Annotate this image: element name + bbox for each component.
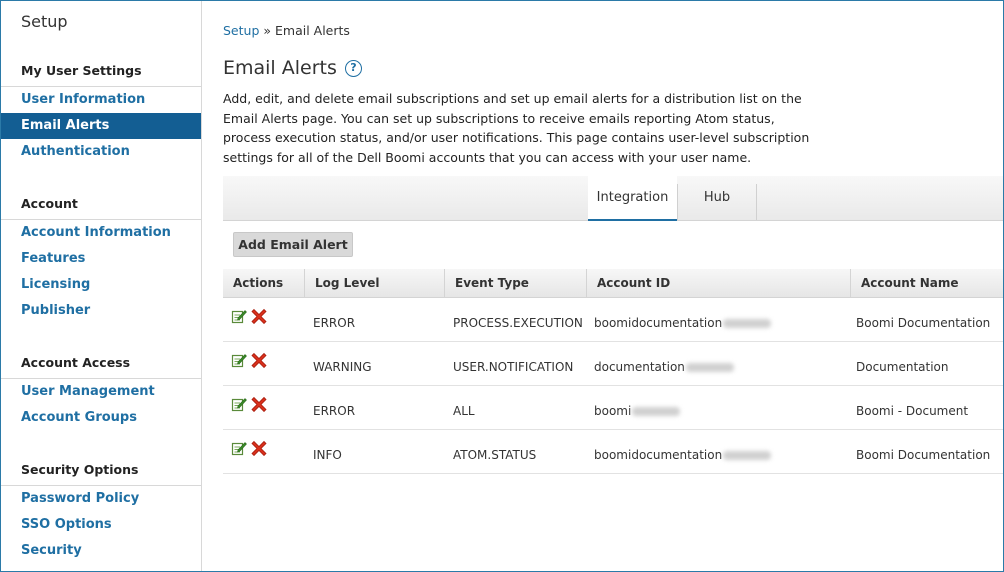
cell-account-name: Boomi Documentation — [856, 316, 991, 330]
sidebar-item-publisher[interactable]: Publisher — [1, 298, 201, 324]
cell-account-id: boomidocumentation — [594, 448, 772, 462]
breadcrumb-setup-link[interactable]: Setup — [223, 23, 259, 38]
help-icon[interactable]: ? — [344, 59, 362, 77]
column-header-account-name[interactable]: Account Name — [850, 269, 1003, 298]
add-email-alert-button[interactable]: Add Email Alert — [233, 232, 353, 257]
delete-icon[interactable] — [251, 396, 267, 412]
cell-log-level: WARNING — [313, 360, 372, 374]
sidebar-item-email-alerts[interactable]: Email Alerts — [1, 113, 201, 139]
table-row: ERROR PROCESS.EXECUTION boomidocumentati… — [223, 298, 1003, 342]
account-id-text: boomidocumentation — [594, 316, 723, 330]
breadcrumb: Setup » Email Alerts — [223, 23, 350, 38]
row-actions — [231, 352, 267, 368]
tab-hub[interactable]: Hub — [678, 176, 756, 221]
sidebar-item-account-information[interactable]: Account Information — [1, 220, 201, 246]
cell-account-id: documentation — [594, 360, 734, 374]
cell-account-name: Documentation — [856, 360, 949, 374]
breadcrumb-separator: » — [259, 23, 275, 38]
sidebar-item-sso-options[interactable]: SSO Options — [1, 512, 201, 538]
table-header: Actions Log Level Event Type Account ID … — [223, 269, 1003, 298]
edit-icon[interactable] — [231, 352, 247, 368]
column-header-account-id[interactable]: Account ID — [586, 269, 850, 298]
redacted-account-suffix — [685, 363, 734, 372]
row-actions — [231, 396, 267, 412]
sidebar: Setup My User Settings User Information … — [1, 1, 202, 571]
cell-event-type: USER.NOTIFICATION — [453, 360, 574, 374]
column-header-event-type[interactable]: Event Type — [444, 269, 586, 298]
email-alerts-table: Actions Log Level Event Type Account ID … — [223, 269, 1003, 474]
column-header-actions: Actions — [233, 276, 284, 290]
redacted-account-suffix — [723, 451, 772, 460]
tab-bar: Integration Hub — [223, 176, 1003, 221]
sidebar-item-account-groups[interactable]: Account Groups — [1, 405, 201, 431]
delete-icon[interactable] — [251, 440, 267, 456]
sidebar-item-features[interactable]: Features — [1, 246, 201, 272]
sidebar-title: Setup — [21, 12, 68, 31]
row-actions — [231, 308, 267, 324]
cell-event-type: ALL — [453, 404, 475, 418]
sidebar-item-licensing[interactable]: Licensing — [1, 272, 201, 298]
cell-account-id: boomidocumentation — [594, 316, 772, 330]
sidebar-heading-account: Account — [21, 196, 78, 211]
page-description: Add, edit, and delete email subscription… — [223, 91, 810, 165]
tab-integration[interactable]: Integration — [588, 176, 677, 221]
cell-event-type: ATOM.STATUS — [453, 448, 537, 462]
sidebar-item-user-management[interactable]: User Management — [1, 379, 201, 405]
sidebar-heading-account-access: Account Access — [21, 355, 131, 370]
cell-log-level: INFO — [313, 448, 342, 462]
delete-icon[interactable] — [251, 308, 267, 324]
tab-divider — [756, 184, 757, 220]
redacted-account-suffix — [632, 407, 681, 416]
cell-account-id: boomi — [594, 404, 681, 418]
row-actions — [231, 440, 267, 456]
table-row: INFO ATOM.STATUS boomidocumentation Boom… — [223, 430, 1003, 474]
page-title: Email Alerts ? — [223, 57, 362, 79]
table-row: ERROR ALL boomi Boomi - Document — [223, 386, 1003, 430]
cell-log-level: ERROR — [313, 404, 356, 418]
sidebar-item-authentication[interactable]: Authentication — [1, 139, 201, 165]
cell-account-name: Boomi Documentation — [856, 448, 991, 462]
cell-event-type: PROCESS.EXECUTION — [453, 316, 583, 330]
table-row: WARNING USER.NOTIFICATION documentation … — [223, 342, 1003, 386]
app-frame: Setup My User Settings User Information … — [0, 0, 1004, 572]
main-content: Setup » Email Alerts Email Alerts ? Add,… — [223, 1, 1003, 571]
account-id-text: documentation — [594, 360, 685, 374]
sidebar-heading-my-user-settings: My User Settings — [21, 63, 142, 78]
sidebar-heading-security-options: Security Options — [21, 462, 139, 477]
breadcrumb-current: Email Alerts — [275, 23, 350, 38]
delete-icon[interactable] — [251, 352, 267, 368]
redacted-account-suffix — [723, 319, 772, 328]
sidebar-item-user-information[interactable]: User Information — [1, 87, 201, 113]
edit-icon[interactable] — [231, 440, 247, 456]
edit-icon[interactable] — [231, 308, 247, 324]
sidebar-item-security[interactable]: Security — [1, 538, 201, 564]
column-header-log-level[interactable]: Log Level — [304, 269, 444, 298]
account-id-text: boomi — [594, 404, 632, 418]
sidebar-item-password-policy[interactable]: Password Policy — [1, 486, 201, 512]
page-title-text: Email Alerts — [223, 57, 337, 79]
cell-account-name: Boomi - Document — [856, 404, 969, 418]
account-id-text: boomidocumentation — [594, 448, 723, 462]
cell-log-level: ERROR — [313, 316, 356, 330]
edit-icon[interactable] — [231, 396, 247, 412]
